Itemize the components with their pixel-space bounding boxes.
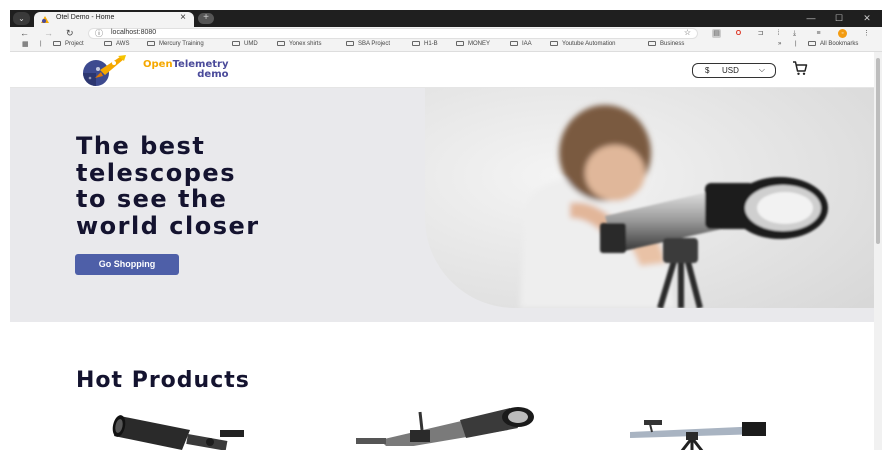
bookmark-divider: | (40, 41, 42, 47)
url-text: localhost:8080 (111, 29, 157, 36)
bookmark-divider: | (795, 41, 797, 47)
opera-icon[interactable]: O (734, 29, 743, 38)
folder-icon (232, 41, 240, 46)
product-image-telescope-1[interactable] (110, 406, 260, 450)
product-image-telescope-3[interactable] (622, 412, 772, 450)
download-icon[interactable]: ⤓ (790, 29, 799, 38)
folder-icon (510, 41, 518, 46)
forward-icon[interactable]: → (44, 27, 53, 40)
hero-title-line: telescopes (76, 158, 236, 187)
tab-close-icon[interactable]: × (180, 12, 186, 23)
hot-products-title: Hot Products (76, 368, 250, 393)
close-window-icon[interactable]: ✕ (852, 10, 882, 27)
bookmark-sba-project[interactable]: SBA Project (346, 41, 390, 47)
folder-icon (412, 41, 420, 46)
browser-toolbar: ← → ↻ ⓘ localhost:8080 ☆ ▤ O ⊐ ⁞ ⤓ ≡ ◦ ⋮ (10, 27, 882, 40)
folder-icon (456, 41, 464, 46)
bookmark-project[interactable]: Project (53, 41, 84, 47)
bookmark-h1b[interactable]: H1-B (412, 41, 438, 47)
go-shopping-button[interactable]: Go Shopping (75, 254, 179, 275)
toolbar-divider-icon: ⁞ (777, 30, 780, 37)
hero-banner: The best telescopes to see the world clo… (10, 88, 874, 322)
address-bar[interactable]: ⓘ localhost:8080 ☆ (88, 28, 698, 39)
bookmarks-bar: ▦ | Project AWS Mercury Training UMD Yon… (10, 40, 882, 52)
bookmark-iaa[interactable]: IAA (510, 41, 532, 47)
hero-title-line: to see the (76, 185, 228, 213)
page-scrollbar[interactable] (874, 52, 882, 450)
reload-icon[interactable]: ↻ (66, 27, 74, 40)
brand-open: Open (143, 59, 173, 70)
site-header: OpenTelemetry demo $ USD ⌵ (10, 52, 874, 88)
site-info-icon[interactable]: ⓘ (95, 28, 103, 39)
folder-icon (648, 41, 656, 46)
otel-logo-icon[interactable] (74, 54, 132, 86)
otel-favicon-icon (41, 16, 49, 23)
hero-image-child-telescope (425, 88, 874, 308)
currency-select[interactable]: $ USD ⌵ (692, 63, 776, 78)
bookmark-money[interactable]: MONEY (456, 41, 490, 47)
new-tab-icon[interactable]: + (198, 13, 214, 24)
tab-search-icon[interactable]: ⌄ (13, 12, 30, 25)
bookmark-star-icon[interactable]: ☆ (684, 28, 691, 37)
apps-grid-icon[interactable]: ▦ (22, 40, 29, 48)
bookmark-mercury-training[interactable]: Mercury Training (147, 41, 204, 47)
browser-tab[interactable]: Otel Demo - Home × (34, 12, 194, 27)
currency-symbol: $ (705, 66, 710, 75)
menu-kebab-icon[interactable]: ⋮ (862, 29, 871, 38)
folder-icon (104, 41, 112, 46)
currency-code: USD (722, 66, 739, 75)
extension-icon[interactable]: ▤ (712, 29, 721, 38)
folder-icon (550, 41, 558, 46)
cart-icon[interactable] (792, 60, 808, 76)
bookmark-youtube-automation[interactable]: Youtube Automation (550, 41, 616, 47)
bookmark-aws[interactable]: AWS (104, 41, 129, 47)
tab-title: Otel Demo - Home (56, 14, 115, 21)
extensions-puzzle-icon[interactable]: ⊐ (756, 29, 765, 38)
hero-title-line: world closer (76, 211, 260, 240)
product-image-telescope-2[interactable] (350, 402, 540, 446)
hero-title: The best telescopes to see the world clo… (76, 133, 376, 239)
maximize-icon[interactable]: ☐ (824, 10, 854, 27)
hero-title-line: The best (76, 132, 206, 160)
folder-icon (346, 41, 354, 46)
folder-icon (277, 41, 285, 46)
brand-name[interactable]: OpenTelemetry demo (143, 60, 228, 80)
back-icon[interactable]: ← (20, 27, 29, 40)
tab-strip: ⌄ Otel Demo - Home × + — ☐ ✕ (10, 10, 882, 27)
brand-demo: demo (197, 69, 229, 80)
bookmark-business[interactable]: Business (648, 41, 684, 47)
media-icon[interactable]: ≡ (814, 29, 823, 38)
bookmarks-overflow-icon[interactable]: » (778, 41, 781, 47)
all-bookmarks[interactable]: All Bookmarks (808, 41, 858, 47)
minimize-icon[interactable]: — (796, 10, 826, 27)
bookmark-yonex-shirts[interactable]: Yonex shirts (277, 41, 321, 47)
scrollbar-thumb[interactable] (876, 58, 880, 244)
folder-icon (53, 41, 61, 46)
browser-window: ⌄ Otel Demo - Home × + — ☐ ✕ ← → ↻ ⓘ loc… (10, 10, 882, 450)
folder-icon (808, 41, 816, 46)
chevron-down-icon: ⌵ (758, 65, 765, 74)
profile-avatar[interactable]: ◦ (838, 29, 847, 38)
folder-icon (147, 41, 155, 46)
bookmark-umd[interactable]: UMD (232, 41, 258, 47)
web-page: OpenTelemetry demo $ USD ⌵ The best tele… (10, 52, 874, 450)
